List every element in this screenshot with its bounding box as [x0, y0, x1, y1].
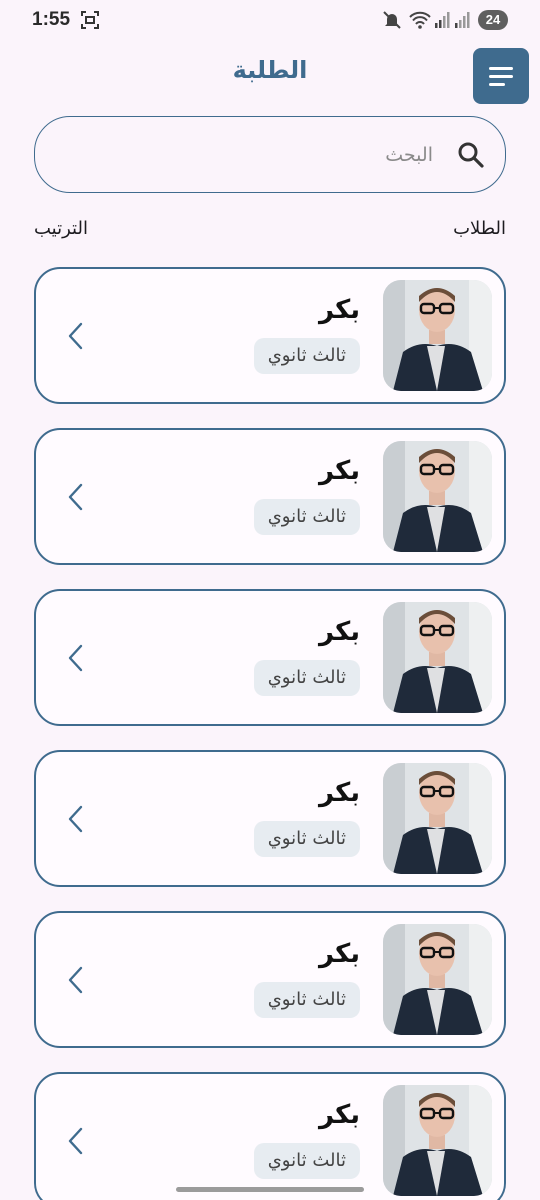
student-card[interactable]: بكر ثالث ثانوي	[34, 428, 506, 565]
student-list: بكر ثالث ثانوي بكر ثالث ثانوي بكر ثالث ث…	[34, 267, 506, 1200]
grade-badge: ثالث ثانوي	[253, 982, 360, 1018]
student-avatar	[383, 924, 492, 1035]
menu-icon-line-3	[489, 83, 505, 86]
student-card[interactable]: بكر ثالث ثانوي	[34, 1072, 506, 1200]
student-name: بكر	[318, 778, 360, 808]
chevron-left-icon[interactable]	[66, 643, 86, 673]
home-indicator[interactable]	[176, 1187, 364, 1192]
student-name: بكر	[318, 456, 360, 486]
signal-icon-1	[435, 12, 450, 28]
students-label: الطلاب	[453, 218, 506, 239]
chevron-left-icon[interactable]	[66, 965, 86, 995]
chevron-left-icon[interactable]	[66, 482, 86, 512]
student-name: بكر	[318, 295, 360, 325]
student-name: بكر	[318, 617, 360, 647]
battery-indicator: 24	[478, 10, 508, 30]
mute-icon	[383, 11, 401, 29]
grade-badge: ثالث ثانوي	[253, 1143, 360, 1179]
student-card[interactable]: بكر ثالث ثانوي	[34, 750, 506, 887]
search-box[interactable]	[34, 116, 506, 193]
chevron-left-icon[interactable]	[66, 1126, 86, 1156]
student-card[interactable]: بكر ثالث ثانوي	[34, 267, 506, 404]
status-bar: 1:55 24	[0, 0, 540, 40]
chevron-left-icon[interactable]	[66, 804, 86, 834]
search-icon	[458, 142, 484, 168]
student-card[interactable]: بكر ثالث ثانوي	[34, 589, 506, 726]
sort-button[interactable]: الترتيب	[34, 218, 88, 239]
menu-icon-line-2	[489, 75, 513, 78]
wifi-icon	[409, 11, 431, 29]
student-avatar	[383, 602, 492, 713]
menu-icon-line-1	[489, 67, 513, 70]
student-avatar	[383, 1085, 492, 1196]
student-name: بكر	[318, 939, 360, 969]
student-card[interactable]: بكر ثالث ثانوي	[34, 911, 506, 1048]
search-input[interactable]	[93, 139, 433, 171]
student-avatar	[383, 763, 492, 874]
grade-badge: ثالث ثانوي	[253, 660, 360, 696]
grade-badge: ثالث ثانوي	[253, 338, 360, 374]
grade-badge: ثالث ثانوي	[253, 821, 360, 857]
screenshot-icon	[81, 11, 99, 29]
menu-button[interactable]	[473, 48, 529, 104]
chevron-left-icon[interactable]	[66, 321, 86, 351]
page-title: الطلبة	[232, 56, 308, 84]
status-time: 1:55	[32, 9, 71, 30]
signal-icon-2	[455, 12, 470, 28]
screen: 1:55 24 الطلبة البحث الطلاب الترتيب بكر …	[0, 0, 540, 1200]
student-name: بكر	[318, 1100, 360, 1130]
student-avatar	[383, 280, 492, 391]
student-avatar	[383, 441, 492, 552]
grade-badge: ثالث ثانوي	[253, 499, 360, 535]
